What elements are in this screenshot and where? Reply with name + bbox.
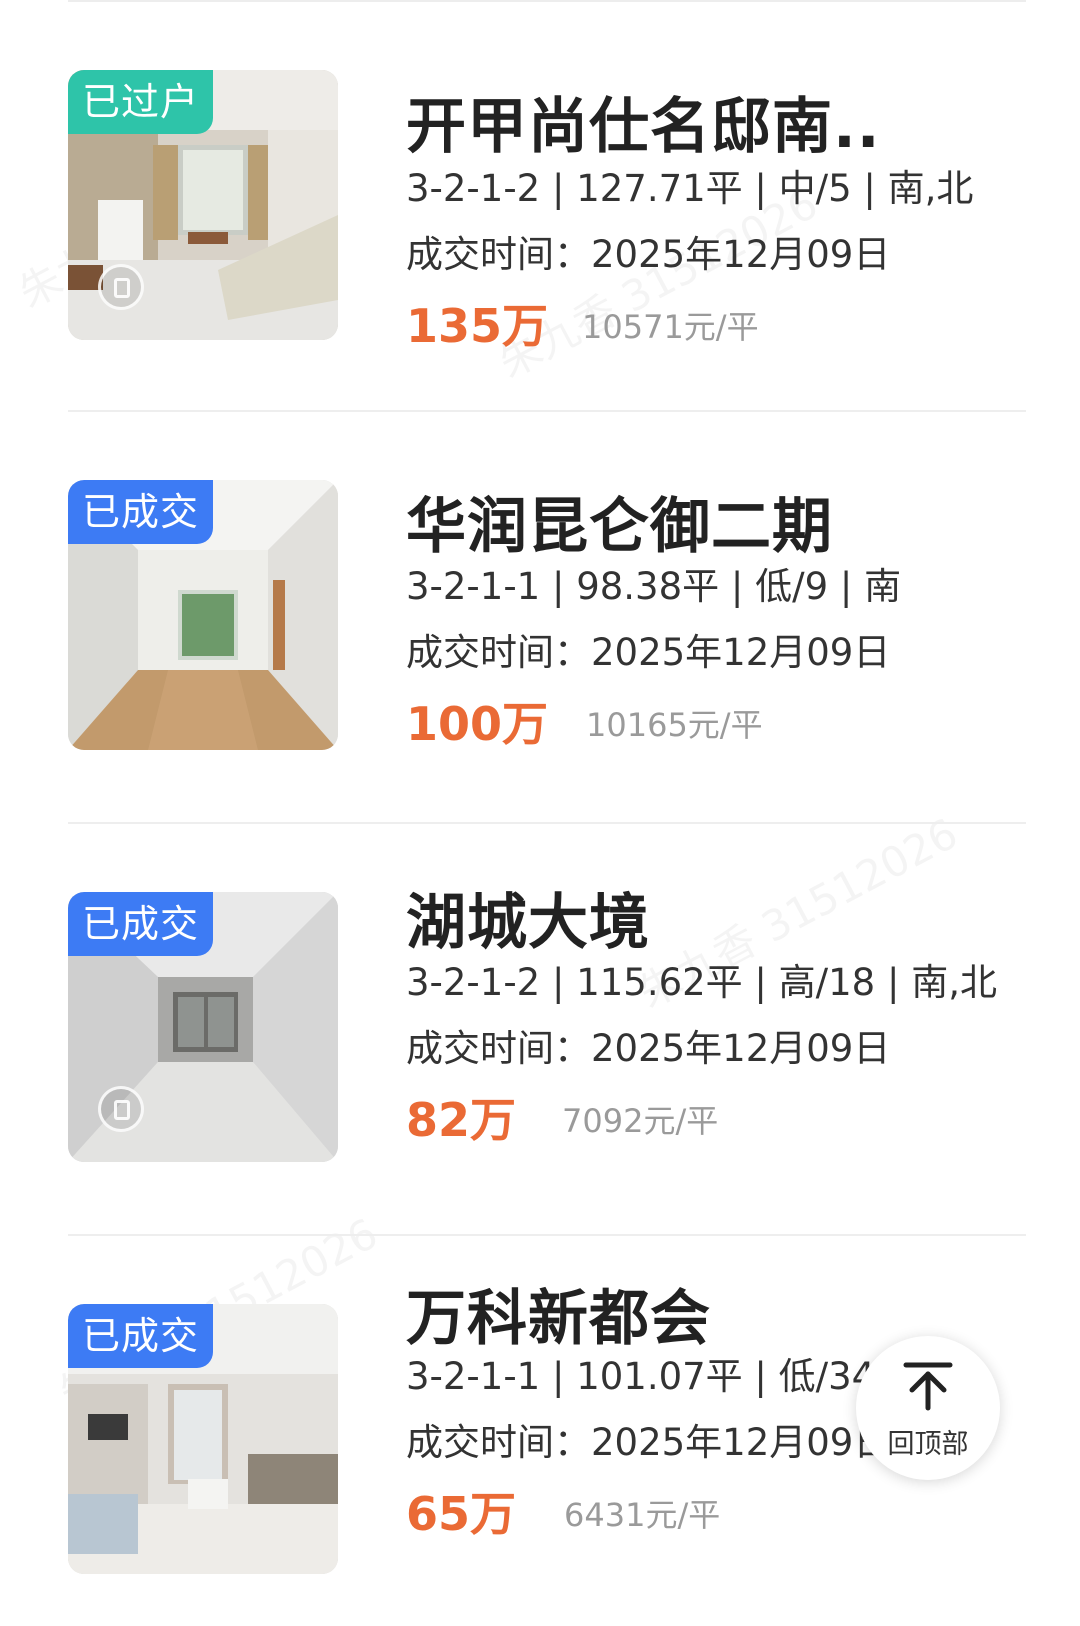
total-price: 135万 xyxy=(406,299,549,353)
deal-time: 成交时间：2025年12月09日 xyxy=(406,1018,890,1072)
total-price: 82万 xyxy=(406,1093,517,1147)
vr-tour-icon[interactable] xyxy=(98,264,144,310)
arrow-up-to-top-icon xyxy=(903,1362,953,1411)
community-name[interactable]: 万科新都会 xyxy=(406,1270,711,1357)
status-badge: 已过户 xyxy=(68,70,214,134)
back-to-top-button[interactable]: 回顶部 xyxy=(856,1336,1000,1480)
deal-date: 2025年12月09日 xyxy=(591,233,891,276)
status-badge: 已成交 xyxy=(68,892,214,956)
deal-time-label: 成交时间： xyxy=(406,631,591,674)
community-name[interactable]: 华润昆仑御二期 xyxy=(406,478,833,565)
deal-date: 2025年12月09日 xyxy=(591,1421,891,1464)
unit-price: 7092元/平 xyxy=(562,1102,719,1140)
house-specs: 3-2-1-2 | 127.71平 | 中/5 | 南,北 xyxy=(406,167,974,210)
house-specs: 3-2-1-2 | 115.62平 | 高/18 | 南,北 xyxy=(406,961,997,1004)
deal-date: 2025年12月09日 xyxy=(591,631,891,674)
deal-time: 成交时间：2025年12月09日 xyxy=(406,622,890,676)
divider xyxy=(68,410,1026,412)
listing-photo[interactable]: 已成交 xyxy=(68,1304,338,1574)
status-badge: 已成交 xyxy=(68,480,214,544)
total-price: 100万 xyxy=(406,697,549,751)
unit-price: 10165元/平 xyxy=(586,706,763,744)
deal-time-label: 成交时间： xyxy=(406,233,591,276)
listing-photo[interactable]: 已成交 xyxy=(68,892,338,1162)
house-specs: 3-2-1-1 | 101.07平 | 低/34 xyxy=(406,1355,876,1398)
total-price: 65万 xyxy=(406,1487,517,1541)
house-specs: 3-2-1-1 | 98.38平 | 低/9 | 南 xyxy=(406,565,902,608)
community-name[interactable]: 湖城大境 xyxy=(406,874,650,961)
status-badge: 已成交 xyxy=(68,1304,214,1368)
deal-time: 成交时间：2025年12月09日 xyxy=(406,1412,890,1466)
listing-card[interactable]: 已成交 华润昆仑御二期 3-2-1-1 | 98.38平 | 低/9 | 南 成… xyxy=(0,410,1080,822)
listing-photo[interactable]: 已过户 xyxy=(68,70,338,340)
deal-date: 2025年12月09日 xyxy=(591,1027,891,1070)
divider xyxy=(68,822,1026,824)
vr-tour-icon[interactable] xyxy=(98,1086,144,1132)
deal-time: 成交时间：2025年12月09日 xyxy=(406,224,890,278)
back-to-top-label: 回顶部 xyxy=(887,1429,969,1460)
listing-card[interactable]: 已成交 湖城大境 3-2-1-2 | 115.62平 | 高/18 | 南,北 … xyxy=(0,822,1080,1234)
divider xyxy=(68,1234,1026,1236)
listing-photo[interactable]: 已成交 xyxy=(68,480,338,750)
sold-listings-page: 朱九香 31512026 朱九香 31512026 朱九香 31512026 朱… xyxy=(0,0,1080,1626)
unit-price: 6431元/平 xyxy=(564,1496,721,1534)
unit-price: 10571元/平 xyxy=(582,308,759,346)
community-name[interactable]: 开甲尚仕名邸南.. xyxy=(406,78,881,165)
deal-time-label: 成交时间： xyxy=(406,1027,591,1070)
deal-time-label: 成交时间： xyxy=(406,1421,591,1464)
listing-card[interactable]: 已过户 开甲尚仕名邸南.. 3-2-1-2 | 127.71平 | 中/5 | … xyxy=(0,0,1080,412)
